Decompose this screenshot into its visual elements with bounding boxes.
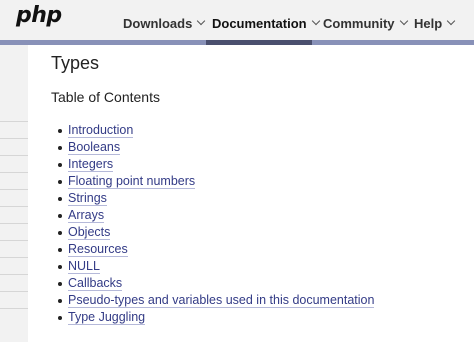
nav-downloads-label: Downloads bbox=[123, 15, 193, 31]
toc-link-arrays[interactable]: Arrays bbox=[68, 208, 105, 223]
bullet-icon bbox=[58, 129, 62, 133]
sidebar-divider bbox=[0, 240, 28, 241]
chevron-down-icon bbox=[311, 16, 320, 26]
toc-link-floats[interactable]: Floating point numbers bbox=[68, 174, 196, 189]
toc-link-resources[interactable]: Resources bbox=[68, 242, 128, 257]
list-item: Booleans bbox=[51, 139, 374, 156]
list-item: Arrays bbox=[51, 207, 374, 224]
bullet-icon bbox=[58, 214, 62, 218]
bullet-icon bbox=[58, 265, 62, 269]
bullet-icon bbox=[58, 299, 62, 303]
nav-community-label: Community bbox=[323, 15, 395, 31]
bullet-icon bbox=[58, 197, 62, 201]
toc-link-integers[interactable]: Integers bbox=[68, 157, 114, 172]
sidebar-divider bbox=[0, 189, 28, 190]
nav-documentation[interactable]: Documentation bbox=[212, 13, 320, 33]
list-item: NULL bbox=[51, 258, 374, 275]
list-item: Objects bbox=[51, 224, 374, 241]
page: php Downloads Documentation Community He… bbox=[0, 0, 474, 342]
bullet-icon bbox=[58, 248, 62, 252]
toc-link-callbacks[interactable]: Callbacks bbox=[68, 276, 123, 291]
toc-link-strings[interactable]: Strings bbox=[68, 191, 107, 206]
bullet-icon bbox=[58, 180, 62, 184]
sidebar-divider bbox=[0, 274, 28, 275]
toc-link-null[interactable]: NULL bbox=[68, 259, 100, 274]
toc-heading: Table of Contents bbox=[51, 89, 160, 105]
php-logo[interactable]: php bbox=[16, 3, 62, 28]
sidebar-divider bbox=[0, 121, 28, 122]
list-item: Floating point numbers bbox=[51, 173, 374, 190]
top-navbar: php Downloads Documentation Community He… bbox=[0, 0, 474, 45]
list-item: Integers bbox=[51, 156, 374, 173]
sidebar-divider bbox=[0, 257, 28, 258]
active-nav-indicator bbox=[206, 40, 312, 45]
sidebar-divider bbox=[0, 138, 28, 139]
nav-documentation-label: Documentation bbox=[212, 15, 307, 31]
page-title: Types bbox=[51, 53, 100, 73]
nav-help[interactable]: Help bbox=[414, 13, 456, 33]
toc-link-pseudo-types[interactable]: Pseudo-types and variables used in this … bbox=[68, 293, 375, 308]
bullet-icon bbox=[58, 282, 62, 286]
toc-link-introduction[interactable]: Introduction bbox=[68, 123, 134, 138]
bullet-icon bbox=[58, 231, 62, 235]
list-item: Pseudo-types and variables used in this … bbox=[51, 292, 375, 309]
toc-link-type-juggling[interactable]: Type Juggling bbox=[68, 310, 146, 325]
sidebar-divider bbox=[0, 223, 28, 224]
nav-downloads[interactable]: Downloads bbox=[123, 13, 206, 33]
toc-link-objects[interactable]: Objects bbox=[68, 225, 111, 240]
nav-help-label: Help bbox=[414, 15, 443, 31]
bullet-icon bbox=[58, 146, 62, 150]
chevron-down-icon bbox=[446, 16, 456, 26]
list-item: Type Juggling bbox=[51, 309, 374, 326]
list-item: Introduction bbox=[51, 122, 374, 139]
list-item: Resources bbox=[51, 241, 374, 258]
sidebar-divider bbox=[0, 291, 28, 292]
bullet-icon bbox=[58, 163, 62, 167]
left-sidebar bbox=[0, 45, 28, 342]
chevron-down-icon bbox=[197, 16, 206, 26]
toc-link-booleans[interactable]: Booleans bbox=[68, 140, 121, 155]
sidebar-divider bbox=[0, 172, 28, 173]
list-item: Strings bbox=[51, 190, 374, 207]
bullet-icon bbox=[58, 316, 62, 320]
nav-community[interactable]: Community bbox=[323, 13, 408, 33]
sidebar-divider bbox=[0, 155, 28, 156]
sidebar-divider bbox=[0, 206, 28, 207]
toc-list: Introduction Booleans Integers Floating … bbox=[51, 122, 375, 326]
chevron-down-icon bbox=[399, 16, 408, 26]
sidebar-divider bbox=[0, 308, 28, 309]
list-item: Callbacks bbox=[51, 275, 374, 292]
